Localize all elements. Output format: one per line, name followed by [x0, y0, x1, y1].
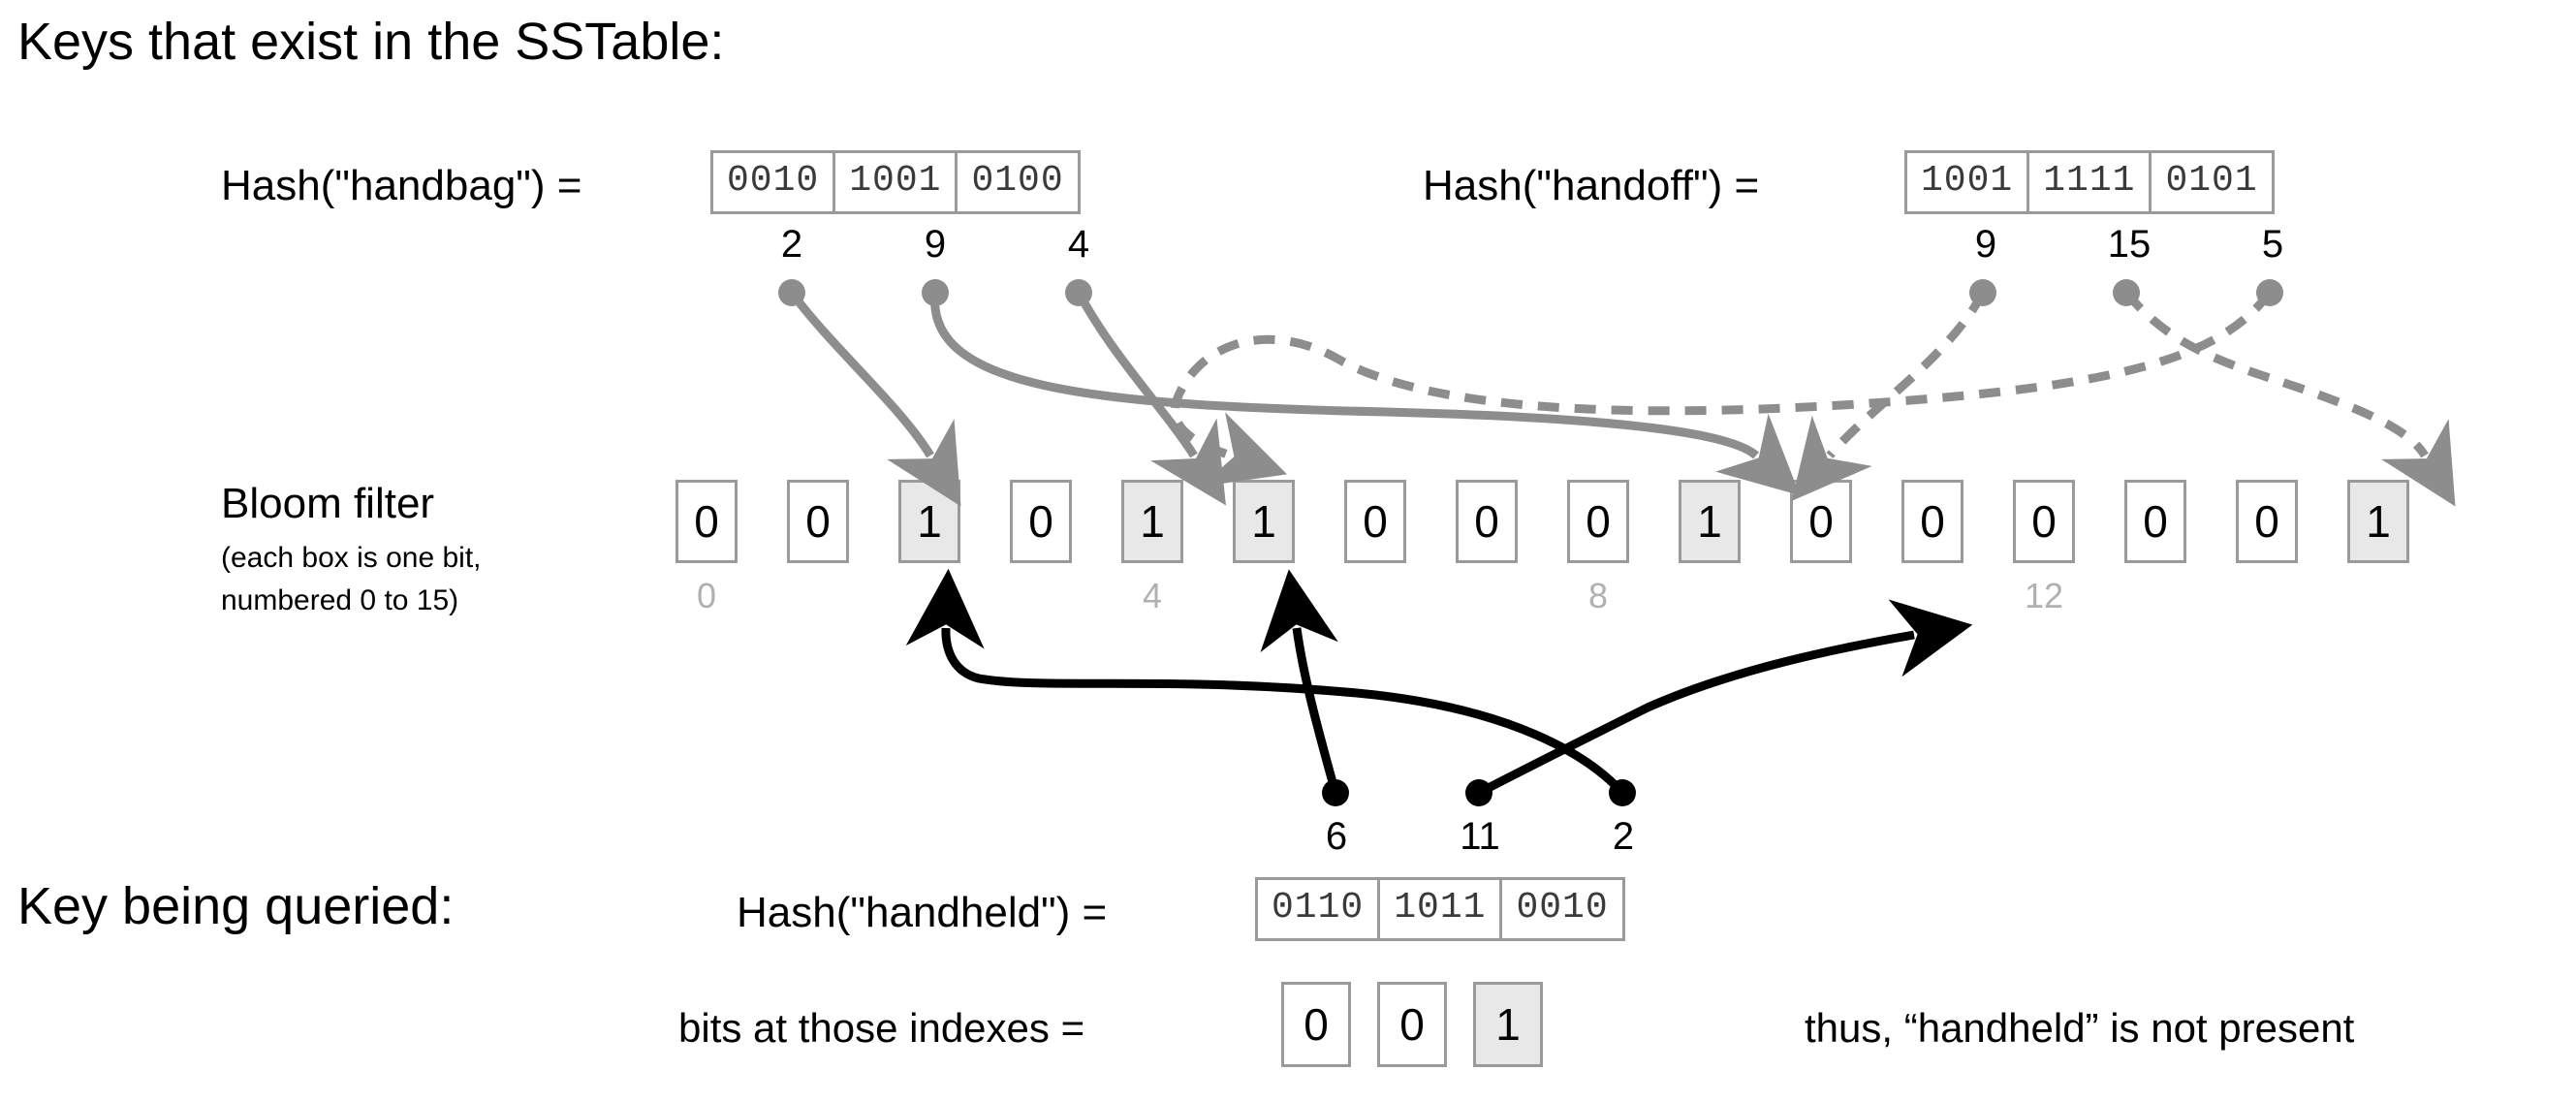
bloom-filter-sublabel-line2: numbered 0 to 15): [221, 584, 459, 616]
connector-handbag-4: [1065, 279, 1227, 506]
connector-query-6: [1260, 569, 1349, 806]
hash-nibble: 1011: [1380, 880, 1503, 938]
hash-label-handheld: Hash("handheld") =: [737, 889, 1108, 936]
bloom-bit-8: 0: [1567, 480, 1629, 563]
bloom-bit-11: 0: [1901, 480, 1963, 563]
hash-label-handoff: Hash("handoff") =: [1423, 162, 1760, 209]
bloom-axis-label-8: 8: [1587, 576, 1609, 615]
query-index-label: 2: [1612, 815, 1635, 858]
result-bit-1: 0: [1377, 982, 1447, 1067]
bloom-axis-label-0: 0: [696, 576, 717, 615]
hash-index-label: 4: [1067, 223, 1090, 266]
hash-nibble: 1001: [835, 153, 958, 211]
bloom-bit-14: 0: [2236, 480, 2298, 563]
diagram-canvas: Keys that exist in the SSTable: Hash("ha…: [0, 0, 2576, 1102]
bloom-filter-sublabel-line1: (each box is one bit,: [221, 542, 482, 574]
bloom-axis-label-4: 4: [1142, 576, 1163, 615]
bloom-bit-13: 0: [2124, 480, 2186, 563]
section-title-query: Key being queried:: [17, 877, 455, 935]
bloom-bit-2: 1: [898, 480, 960, 563]
connector-query-2: [905, 568, 1636, 806]
bloom-bit-7: 0: [1456, 480, 1518, 563]
hash-nibble: 1001: [1907, 153, 2030, 211]
connector-handoff-9: [1791, 279, 1996, 501]
bloom-bit-6: 0: [1344, 480, 1406, 563]
connector-handbag-2: [778, 279, 961, 507]
hash-label-handbag: Hash("handbag") =: [221, 162, 582, 209]
result-bit-2: 1: [1473, 982, 1543, 1067]
hash-index-label: 5: [2261, 223, 2284, 266]
hash-index-label: 2: [780, 223, 803, 266]
connector-query-11: [1465, 599, 1973, 806]
hash-index-label: 9: [1974, 223, 1997, 266]
query-index-label: 6: [1325, 815, 1348, 858]
bloom-bit-3: 0: [1010, 480, 1072, 563]
bloom-bit-1: 0: [787, 480, 849, 563]
bloom-bit-9: 1: [1679, 480, 1741, 563]
connector-handbag-9: [922, 279, 1801, 496]
hash-nibble: 1111: [2029, 153, 2152, 211]
bloom-bit-12: 0: [2013, 480, 2075, 563]
connector-handoff-5: [1170, 279, 2283, 488]
conclusion-text: thus, “handheld” is not present: [1805, 1005, 2355, 1051]
hash-nibbles-handbag: 0010 1001 0100: [710, 150, 1081, 214]
query-index-label: 11: [1460, 815, 1500, 858]
bloom-filter-label: Bloom filter: [221, 480, 435, 527]
hash-nibble: 0010: [713, 153, 836, 211]
bloom-bit-10: 0: [1790, 480, 1852, 563]
result-row-label: bits at those indexes =: [678, 1005, 1085, 1051]
bloom-axis-label-12: 12: [2024, 576, 2064, 615]
connector-handoff-15: [2113, 279, 2456, 507]
hash-nibbles-handheld: 0110 1011 0010: [1255, 877, 1625, 941]
bloom-bit-15: 1: [2347, 480, 2409, 563]
hash-index-label: 15: [2107, 223, 2152, 266]
hash-nibble: 0110: [1258, 880, 1381, 938]
result-bit-0: 0: [1281, 982, 1351, 1067]
hash-nibble: 0101: [2165, 160, 2258, 202]
bloom-bit-0: 0: [675, 480, 738, 563]
hash-nibble: 0010: [1516, 887, 1609, 929]
bloom-bit-4: 1: [1121, 480, 1183, 563]
hash-index-label: 9: [924, 223, 947, 266]
hash-nibbles-handoff: 1001 1111 0101: [1904, 150, 2275, 214]
section-title-existing-keys: Keys that exist in the SSTable:: [17, 13, 725, 71]
bloom-bit-5: 1: [1233, 480, 1295, 563]
hash-nibble: 0100: [971, 160, 1064, 202]
